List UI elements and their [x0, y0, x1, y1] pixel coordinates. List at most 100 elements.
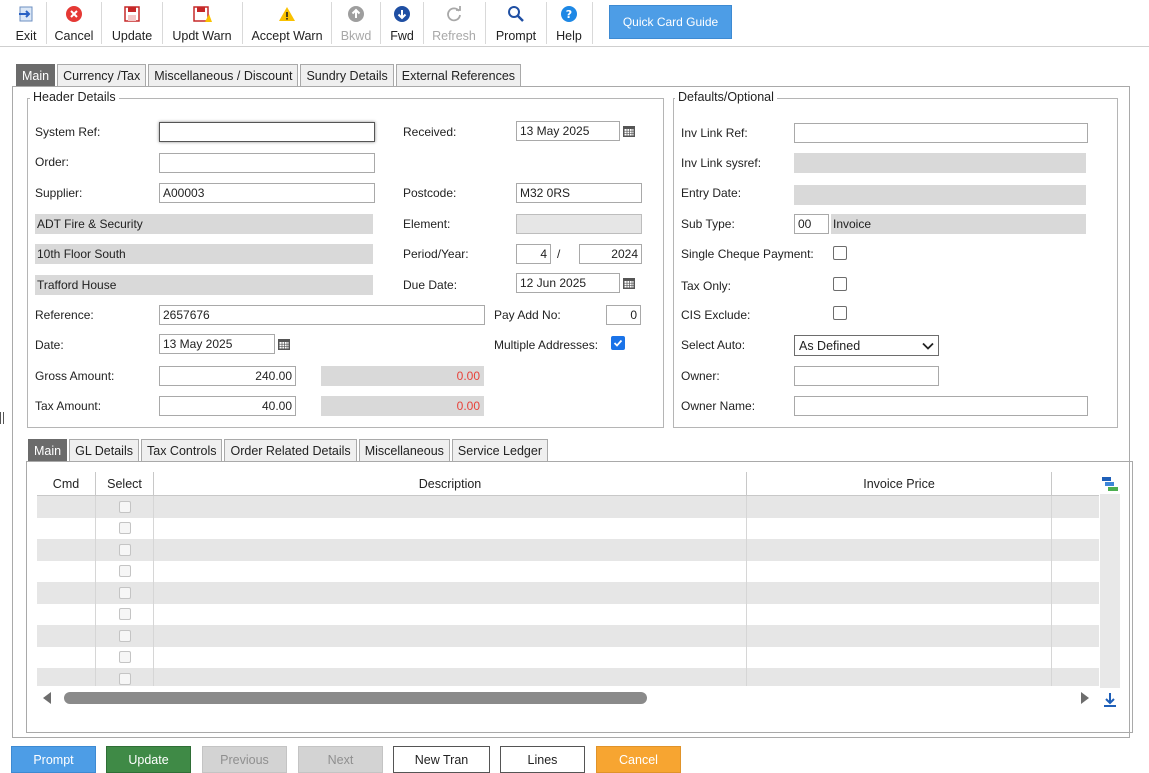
table-cell[interactable] — [747, 539, 1052, 561]
lines-button[interactable]: Lines — [500, 746, 585, 773]
table-cell[interactable] — [747, 668, 1052, 686]
table-row[interactable] — [37, 646, 1099, 669]
table-cell[interactable] — [37, 646, 96, 668]
scroll-left-icon[interactable] — [41, 691, 53, 708]
sub-type-code-input[interactable]: 00 — [794, 214, 829, 234]
quick-card-guide-button[interactable]: Quick Card Guide — [609, 5, 732, 39]
received-calendar-icon[interactable] — [620, 121, 638, 141]
prompt-button[interactable]: Prompt — [492, 0, 540, 46]
table-cell[interactable] — [1052, 561, 1099, 583]
new-tran-button[interactable]: New Tran — [393, 746, 490, 773]
column-header-description[interactable]: Description — [154, 472, 747, 496]
row-select-checkbox[interactable] — [118, 608, 131, 621]
tab-main[interactable]: Main — [16, 64, 56, 86]
owner-name-input[interactable] — [794, 396, 1088, 416]
table-cell[interactable] — [96, 517, 154, 539]
order-input[interactable] — [159, 153, 375, 173]
pay-add-no-input[interactable]: 0 — [606, 305, 641, 325]
table-row[interactable] — [37, 517, 1099, 540]
date-calendar-icon[interactable] — [275, 334, 293, 354]
row-select-checkbox[interactable] — [118, 522, 131, 535]
accept-warn-button[interactable]: Accept Warn — [248, 0, 326, 46]
select-auto-dropdown[interactable]: As Defined — [794, 335, 939, 356]
gross-amount-input[interactable]: 240.00 — [159, 366, 296, 386]
table-row[interactable] — [37, 560, 1099, 583]
table-cell[interactable] — [96, 668, 154, 686]
cis-exclude-checkbox[interactable] — [833, 306, 847, 320]
cancel-button[interactable]: Cancel — [52, 0, 96, 46]
previous-button[interactable]: Previous — [202, 746, 287, 773]
inv-link-ref-input[interactable] — [794, 123, 1088, 143]
table-cell[interactable] — [37, 625, 96, 647]
prompt-bottom-button[interactable]: Prompt — [11, 746, 96, 773]
postcode-input[interactable]: M32 0RS — [516, 183, 642, 203]
table-cell[interactable] — [154, 539, 747, 561]
table-cell[interactable] — [1052, 518, 1099, 540]
table-cell[interactable] — [96, 625, 154, 647]
row-select-checkbox[interactable] — [118, 651, 131, 664]
multiple-addresses-checkbox[interactable] — [611, 336, 625, 350]
table-cell[interactable] — [154, 646, 747, 668]
table-cell[interactable] — [37, 582, 96, 604]
horizontal-scrollbar[interactable] — [37, 688, 1099, 708]
tab-miscellaneous[interactable]: Miscellaneous — [358, 439, 450, 461]
table-cell[interactable] — [747, 603, 1052, 625]
table-cell[interactable] — [154, 560, 747, 582]
column-chooser-icon[interactable] — [1101, 476, 1119, 492]
table-cell[interactable] — [1052, 647, 1099, 669]
table-cell[interactable] — [747, 496, 1052, 518]
tab-misc-discount[interactable]: Miscellaneous / Discount — [148, 64, 299, 86]
owner-input[interactable] — [794, 366, 939, 386]
table-cell[interactable] — [37, 517, 96, 539]
column-header-invoice-price[interactable]: Invoice Price — [747, 472, 1052, 496]
tax-amount-input[interactable]: 40.00 — [159, 396, 296, 416]
update-button[interactable]: Update — [107, 0, 157, 46]
scroll-to-bottom-icon[interactable] — [1101, 690, 1119, 708]
table-cell[interactable] — [154, 496, 747, 518]
table-cell[interactable] — [96, 646, 154, 668]
table-cell[interactable] — [154, 582, 747, 604]
table-cell[interactable] — [96, 496, 154, 518]
tab-sundry-details[interactable]: Sundry Details — [300, 64, 394, 86]
table-row[interactable] — [37, 539, 1099, 561]
tab-external-references[interactable]: External References — [395, 64, 522, 86]
table-cell[interactable] — [37, 539, 96, 561]
due-date-input[interactable]: 12 Jun 2025 — [516, 273, 620, 293]
table-cell[interactable] — [154, 603, 747, 625]
help-button[interactable]: ? Help — [552, 0, 586, 46]
row-select-checkbox[interactable] — [118, 672, 131, 685]
tab-lines-main[interactable]: Main — [28, 439, 68, 461]
tab-tax-controls[interactable]: Tax Controls — [141, 439, 223, 461]
table-cell[interactable] — [747, 646, 1052, 668]
tab-gl-details[interactable]: GL Details — [69, 439, 139, 461]
table-cell[interactable] — [154, 625, 747, 647]
table-cell[interactable] — [96, 582, 154, 604]
fwd-button[interactable]: Fwd — [385, 0, 419, 46]
tab-order-related-details[interactable]: Order Related Details — [224, 439, 357, 461]
cancel-bottom-button[interactable]: Cancel — [596, 746, 681, 773]
table-cell[interactable] — [37, 560, 96, 582]
date-input[interactable]: 13 May 2025 — [159, 334, 275, 354]
vertical-scrollbar[interactable] — [1100, 494, 1120, 688]
table-cell[interactable] — [37, 668, 96, 686]
scroll-right-icon[interactable] — [1079, 691, 1091, 708]
table-row[interactable] — [37, 496, 1099, 518]
table-cell[interactable] — [1052, 668, 1099, 686]
table-cell[interactable] — [96, 560, 154, 582]
table-row[interactable] — [37, 582, 1099, 604]
table-cell[interactable] — [96, 603, 154, 625]
table-cell[interactable] — [37, 496, 96, 518]
received-input[interactable]: 13 May 2025 — [516, 121, 620, 141]
exit-button[interactable]: Exit — [8, 0, 44, 46]
table-cell[interactable] — [747, 517, 1052, 539]
horizontal-scroll-thumb[interactable] — [64, 692, 647, 704]
supplier-input[interactable]: A00003 — [159, 183, 375, 203]
table-cell[interactable] — [747, 560, 1052, 582]
table-row[interactable] — [37, 625, 1099, 647]
table-cell[interactable] — [1052, 496, 1099, 518]
column-header-cmd[interactable]: Cmd — [37, 472, 96, 496]
table-row[interactable] — [37, 668, 1099, 686]
table-row[interactable] — [37, 603, 1099, 625]
table-cell[interactable] — [1052, 625, 1099, 647]
updt-warn-button[interactable]: Updt Warn — [168, 0, 236, 46]
